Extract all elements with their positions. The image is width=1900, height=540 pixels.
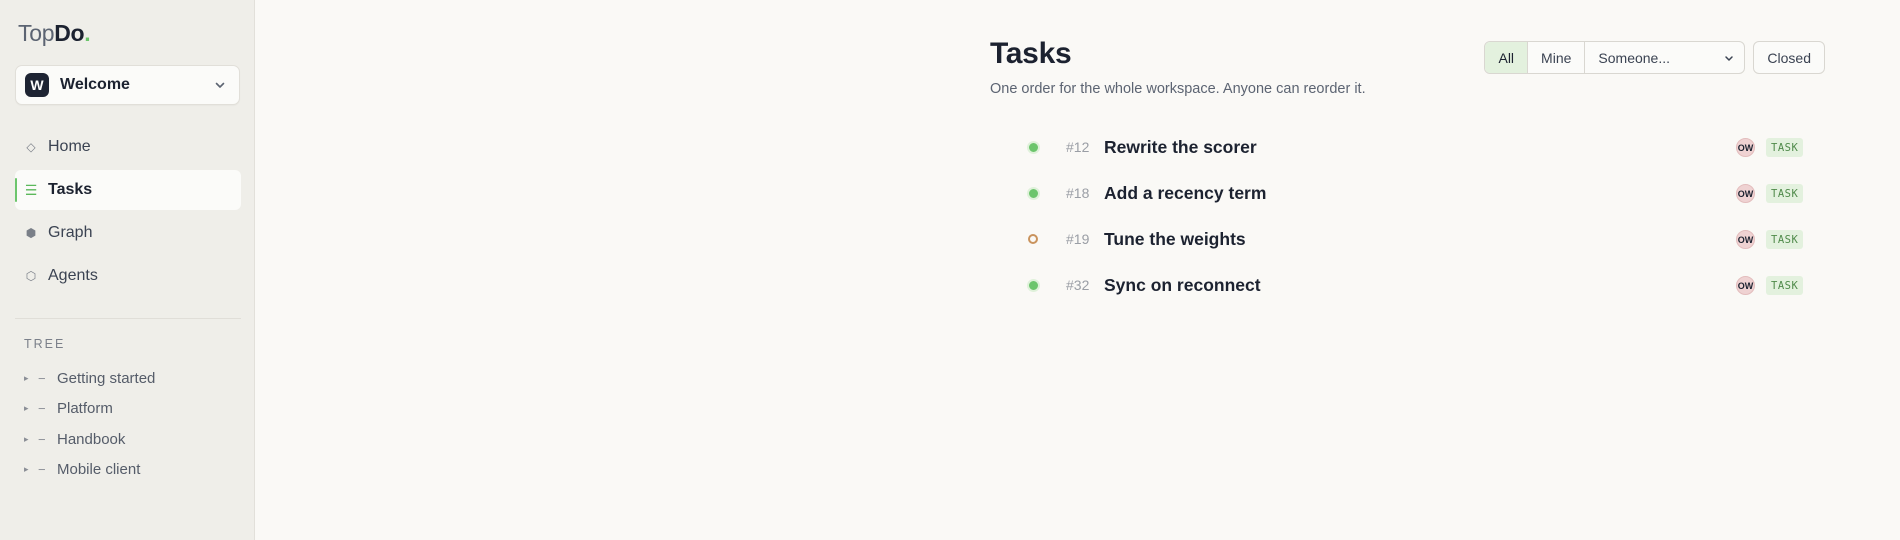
task-type-badge: TASK — [1766, 184, 1804, 203]
task-row[interactable]: #32 Sync on reconnect OW TASK — [990, 262, 1810, 308]
list-icon: ☰ — [24, 181, 38, 198]
dash-icon: − — [38, 370, 46, 386]
sidebar-item-label: Agents — [48, 267, 98, 284]
tree-heading: TREE — [24, 337, 66, 351]
task-number: #19 — [1066, 231, 1090, 247]
status-done-icon[interactable] — [1027, 279, 1040, 292]
task-list: #12 Rewrite the scorer OW TASK #18 Add a rece… — [990, 124, 1810, 308]
app-logo[interactable]: TopDo. — [18, 20, 91, 47]
tree-item[interactable]: ▸ − Handbook — [24, 424, 155, 455]
caret-right-icon[interactable]: ▸ — [24, 403, 34, 414]
task-type-badge: TASK — [1766, 276, 1804, 295]
logo-text-top: Top — [18, 20, 55, 46]
chevron-updown-icon — [1725, 55, 1734, 61]
page-title: Tasks — [990, 37, 1072, 70]
sidebar-item-graph[interactable]: ⬢ Graph — [15, 213, 241, 253]
filter-all-button[interactable]: All — [1485, 42, 1529, 73]
dash-icon: − — [38, 431, 46, 447]
task-type-badge: TASK — [1766, 230, 1804, 249]
workspace-avatar: W — [25, 73, 49, 97]
task-title[interactable]: Add a recency term — [1104, 183, 1266, 204]
filter-someone-select[interactable]: Someone... — [1585, 42, 1744, 73]
filter-closed-button[interactable]: Closed — [1753, 41, 1825, 74]
tree: ▸ − Getting started ▸ − Platform ▸ − Handbook ▸ − M… — [24, 363, 155, 485]
hexagon-outline-icon: ⬡ — [25, 269, 37, 283]
task-row[interactable]: #18 Add a recency term OW TASK — [990, 170, 1810, 216]
caret-right-icon[interactable]: ▸ — [24, 464, 34, 475]
hexagon-filled-icon: ⬢ — [25, 226, 37, 240]
assignee-avatar: OW — [1736, 230, 1755, 249]
tree-item-label: Mobile client — [57, 461, 141, 479]
sidebar-item-label: Graph — [48, 224, 93, 241]
dash-icon: − — [38, 462, 46, 478]
sidebar-item-tasks[interactable]: ☰ Tasks — [15, 170, 241, 210]
task-row[interactable]: #12 Rewrite the scorer OW TASK — [990, 124, 1810, 170]
task-filters: All Mine Someone... Closed — [1484, 41, 1825, 74]
logo-dot: . — [84, 20, 91, 46]
tree-item[interactable]: ▸ − Getting started — [24, 363, 155, 394]
sidebar-item-home[interactable]: ◇ Home — [15, 127, 241, 167]
tree-item[interactable]: ▸ − Mobile client — [24, 455, 155, 486]
sidebar-item-agents[interactable]: ⬡ Agents — [15, 256, 241, 296]
status-done-icon[interactable] — [1027, 187, 1040, 200]
tree-item-label: Getting started — [57, 369, 156, 387]
status-open-icon[interactable] — [1028, 234, 1038, 244]
task-title[interactable]: Sync on reconnect — [1104, 275, 1261, 296]
tree-item[interactable]: ▸ − Platform — [24, 394, 155, 425]
filter-segmented-control: All Mine Someone... — [1484, 41, 1746, 74]
tree-item-label: Handbook — [57, 430, 126, 448]
task-number: #32 — [1066, 277, 1090, 293]
diamond-icon: ◇ — [26, 140, 36, 154]
sidebar-item-label: Tasks — [48, 181, 93, 198]
filter-mine-button[interactable]: Mine — [1528, 42, 1586, 73]
sidebar-item-label: Home — [48, 138, 91, 155]
task-number: #18 — [1066, 185, 1090, 201]
task-title[interactable]: Rewrite the scorer — [1104, 137, 1257, 158]
caret-right-icon[interactable]: ▸ — [24, 434, 34, 445]
task-title[interactable]: Tune the weights — [1104, 229, 1246, 250]
tree-item-label: Platform — [57, 400, 113, 418]
filter-someone-label: Someone... — [1598, 49, 1671, 66]
workspace-switcher[interactable]: W Welcome — [15, 65, 240, 105]
assignee-avatar: OW — [1736, 276, 1755, 295]
main-content: Tasks One order for the whole workspace.… — [990, 0, 1825, 540]
chevron-down-icon — [215, 82, 225, 88]
task-number: #12 — [1066, 139, 1090, 155]
logo-text-do: Do — [54, 20, 85, 46]
page-subtitle: One order for the whole workspace. Anyon… — [990, 81, 1366, 97]
caret-right-icon[interactable]: ▸ — [24, 373, 34, 384]
main-nav: ◇ Home ☰ Tasks ⬢ Graph ⬡ Agents — [15, 127, 241, 299]
dash-icon: − — [38, 401, 46, 417]
workspace-name: Welcome — [60, 76, 130, 93]
assignee-avatar: OW — [1736, 184, 1755, 203]
sidebar: TopDo. W Welcome ◇ Home ☰ Tasks ⬢ Graph ⬡ Agent… — [0, 0, 255, 540]
sidebar-divider — [15, 318, 241, 319]
task-row[interactable]: #19 Tune the weights OW TASK — [990, 216, 1810, 262]
status-done-icon[interactable] — [1027, 141, 1040, 154]
assignee-avatar: OW — [1736, 138, 1755, 157]
task-type-badge: TASK — [1766, 138, 1804, 157]
